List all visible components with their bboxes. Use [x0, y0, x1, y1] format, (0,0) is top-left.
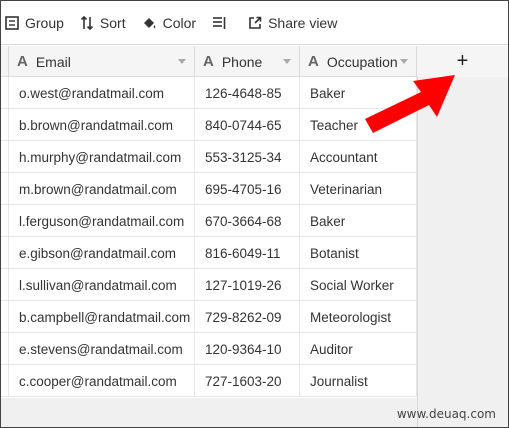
- occupation-cell[interactable]: Auditor: [300, 333, 417, 365]
- share-view-label: Share view: [268, 14, 338, 31]
- row-number[interactable]: [1, 173, 9, 205]
- share-icon: [249, 16, 262, 29]
- red-arrow-annotation: [365, 75, 455, 133]
- text-field-icon: A: [203, 53, 214, 70]
- column-header-label: Email: [35, 53, 71, 70]
- row-number[interactable]: [1, 301, 9, 333]
- column-header-email[interactable]: A Email: [9, 46, 195, 77]
- text-field-icon: A: [17, 53, 28, 70]
- email-cell[interactable]: h.murphy@randatmail.com: [9, 141, 195, 173]
- table-row[interactable]: c.cooper@randatmail.com 727-1603-20 Jour…: [1, 365, 417, 397]
- phone-cell[interactable]: 126-4648-85: [195, 77, 300, 109]
- phone-cell[interactable]: 729-8262-09: [195, 301, 300, 333]
- table-row[interactable]: b.campbell@randatmail.com 729-8262-09 Me…: [1, 301, 417, 333]
- empty-grid-area: [1, 398, 417, 427]
- row-number[interactable]: [1, 109, 9, 141]
- row-number[interactable]: [1, 205, 9, 237]
- table-row[interactable]: e.stevens@randatmail.com 120-9364-10 Aud…: [1, 333, 417, 365]
- chevron-down-icon[interactable]: [283, 59, 291, 64]
- row-number[interactable]: [1, 269, 9, 301]
- app-window: Group Sort Color Share view A Email A Ph…: [0, 0, 509, 428]
- occupation-cell[interactable]: Baker: [300, 205, 417, 237]
- color-button[interactable]: Color: [134, 9, 204, 37]
- sort-icon: [80, 15, 93, 30]
- text-field-icon: A: [308, 53, 319, 70]
- arrow-shape: [365, 75, 455, 133]
- column-header-phone[interactable]: A Phone: [195, 46, 300, 77]
- email-cell[interactable]: b.campbell@randatmail.com: [9, 301, 195, 333]
- group-icon: [5, 15, 19, 30]
- row-number[interactable]: [1, 237, 9, 269]
- phone-cell[interactable]: 695-4705-16: [195, 173, 300, 205]
- view-toolbar: Group Sort Color Share view: [1, 1, 508, 45]
- email-cell[interactable]: b.brown@randatmail.com: [9, 109, 195, 141]
- phone-cell[interactable]: 670-3664-68: [195, 205, 300, 237]
- occupation-cell[interactable]: Social Worker: [300, 269, 417, 301]
- row-height-button[interactable]: [204, 9, 240, 37]
- phone-cell[interactable]: 553-3125-34: [195, 141, 300, 173]
- table-row[interactable]: l.sullivan@randatmail.com 127-1019-26 So…: [1, 269, 417, 301]
- occupation-cell[interactable]: Accountant: [300, 141, 417, 173]
- table-row[interactable]: o.west@randatmail.com 126-4648-85 Baker: [1, 77, 417, 109]
- row-number[interactable]: [1, 141, 9, 173]
- chevron-down-icon[interactable]: [178, 59, 186, 64]
- occupation-cell[interactable]: Meteorologist: [300, 301, 417, 333]
- group-label: Group: [25, 14, 64, 31]
- chevron-down-icon[interactable]: [400, 59, 408, 64]
- email-cell[interactable]: o.west@randatmail.com: [9, 77, 195, 109]
- email-cell[interactable]: e.gibson@randatmail.com: [9, 237, 195, 269]
- table-row[interactable]: e.gibson@randatmail.com 816-6049-11 Bota…: [1, 237, 417, 269]
- watermark-text: www.deuaq.com: [396, 407, 496, 421]
- sort-label: Sort: [99, 14, 126, 31]
- color-label: Color: [162, 14, 197, 31]
- phone-cell[interactable]: 816-6049-11: [195, 237, 300, 269]
- column-header-label: Phone: [221, 53, 263, 70]
- email-cell[interactable]: l.ferguson@randatmail.com: [9, 205, 195, 237]
- plus-icon: +: [456, 50, 469, 72]
- occupation-cell[interactable]: Botanist: [300, 237, 417, 269]
- phone-cell[interactable]: 120-9364-10: [195, 333, 300, 365]
- row-number-header: [1, 46, 9, 77]
- table-row[interactable]: m.brown@randatmail.com 695-4705-16 Veter…: [1, 173, 417, 205]
- row-number[interactable]: [1, 333, 9, 365]
- table-row[interactable]: b.brown@randatmail.com 840-0744-65 Teach…: [1, 109, 417, 141]
- phone-cell[interactable]: 840-0744-65: [195, 109, 300, 141]
- email-cell[interactable]: e.stevens@randatmail.com: [9, 333, 195, 365]
- column-header-label: Occupation: [326, 53, 398, 70]
- email-cell[interactable]: c.cooper@randatmail.com: [9, 365, 195, 397]
- sort-button[interactable]: Sort: [72, 9, 134, 37]
- row-number[interactable]: [1, 77, 9, 109]
- phone-cell[interactable]: 127-1019-26: [195, 269, 300, 301]
- email-cell[interactable]: l.sullivan@randatmail.com: [9, 269, 195, 301]
- data-grid: o.west@randatmail.com 126-4648-85 Baker …: [1, 77, 417, 397]
- table-row[interactable]: l.ferguson@randatmail.com 670-3664-68 Ba…: [1, 205, 417, 237]
- paint-bucket-icon: [143, 17, 155, 28]
- occupation-cell[interactable]: Veterinarian: [300, 173, 417, 205]
- table-row[interactable]: h.murphy@randatmail.com 553-3125-34 Acco…: [1, 141, 417, 173]
- occupation-cell[interactable]: Journalist: [300, 365, 417, 397]
- row-height-icon: [213, 16, 226, 29]
- row-number[interactable]: [1, 365, 9, 397]
- phone-cell[interactable]: 727-1603-20: [195, 365, 300, 397]
- group-button[interactable]: Group: [1, 9, 72, 37]
- share-view-button[interactable]: Share view: [240, 9, 345, 37]
- email-cell[interactable]: m.brown@randatmail.com: [9, 173, 195, 205]
